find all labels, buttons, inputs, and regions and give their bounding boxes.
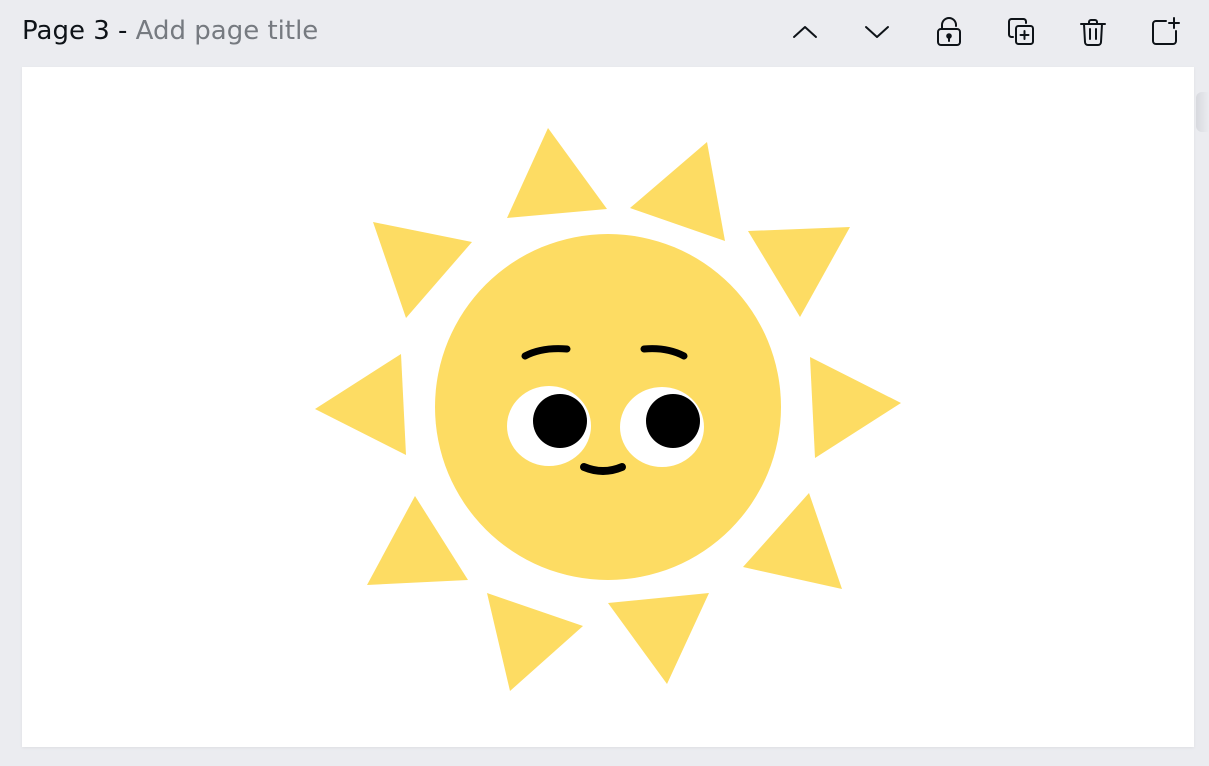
sun-ray	[367, 496, 468, 585]
sun-ray	[630, 142, 725, 241]
sun-body	[435, 234, 781, 580]
page-toolbar	[783, 10, 1187, 54]
move-page-down-button[interactable]	[855, 10, 899, 54]
sun-ray	[507, 128, 607, 218]
page-title-input[interactable]: Add page title	[136, 16, 319, 46]
chevron-up-icon	[793, 26, 817, 38]
sun-ray	[743, 493, 842, 589]
mouth	[580, 463, 626, 475]
page-label: Page 3 -	[22, 16, 128, 46]
duplicate-icon	[1008, 18, 1034, 45]
scroll-edge-hint	[1196, 92, 1209, 132]
move-page-up-button[interactable]	[783, 10, 827, 54]
add-page-button[interactable]	[1143, 10, 1187, 54]
sun-ray	[748, 227, 850, 317]
lock-page-button[interactable]	[927, 10, 971, 54]
page-header: Page 3 - Add page title	[0, 0, 1209, 66]
sun-ray	[608, 593, 709, 684]
sun-ray	[810, 357, 901, 458]
sun-ray	[487, 593, 583, 691]
sun-ray	[373, 222, 472, 318]
unlock-icon	[937, 17, 961, 46]
sun-ray	[315, 354, 406, 455]
delete-page-button[interactable]	[1071, 10, 1115, 54]
duplicate-page-button[interactable]	[999, 10, 1043, 54]
left-eye-pupil	[533, 394, 587, 448]
page-title: Page 3 - Add page title	[22, 13, 318, 49]
sun-illustration[interactable]	[22, 67, 1194, 747]
add-page-icon	[1152, 17, 1180, 45]
design-canvas[interactable]	[22, 67, 1194, 747]
trash-icon	[1080, 19, 1106, 46]
right-eye-pupil	[646, 394, 700, 448]
chevron-down-icon	[865, 26, 889, 38]
